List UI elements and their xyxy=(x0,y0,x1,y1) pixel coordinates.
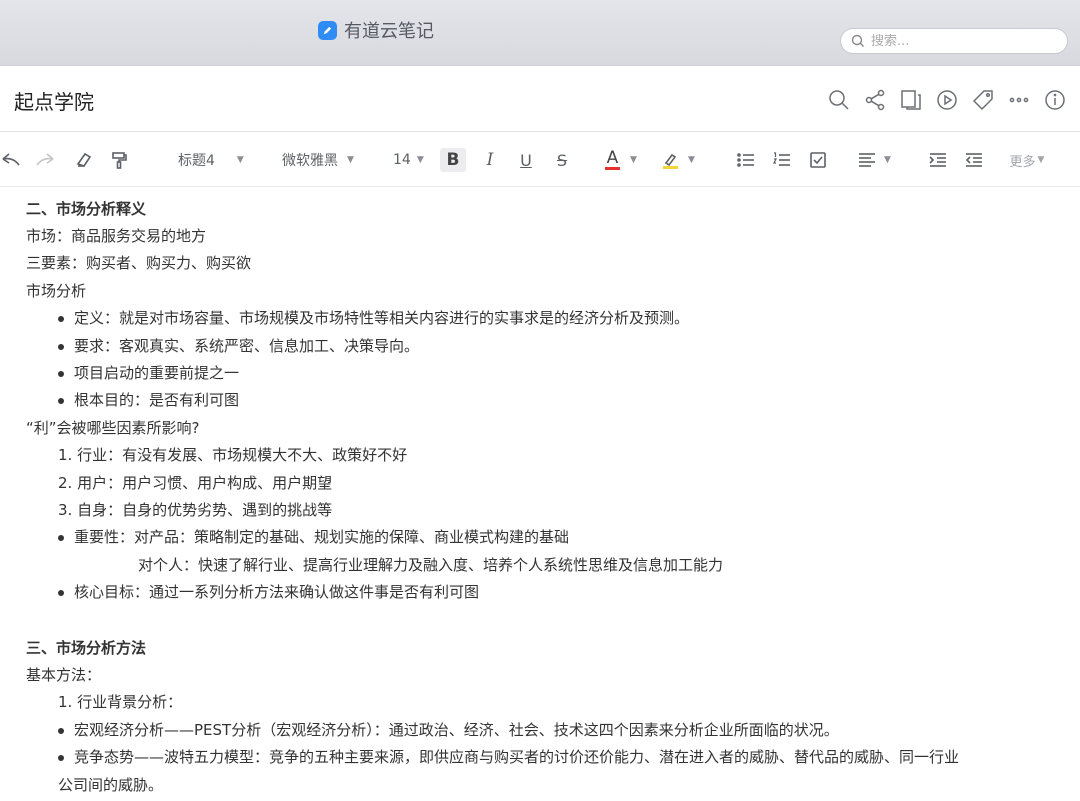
eraser-icon xyxy=(76,152,92,167)
indent-icon xyxy=(929,153,946,167)
chevron-down-icon: ▼ xyxy=(236,155,244,165)
copy-button[interactable] xyxy=(898,87,924,113)
tag-button[interactable] xyxy=(970,87,996,113)
bullet-item: 重要性：对产品：策略制定的基础、规划实施的保障、商业模式构建的基础 xyxy=(58,524,569,551)
redo-icon xyxy=(36,153,54,166)
numbered-item: 1. 行业背景分析： xyxy=(58,693,183,711)
note-header: 起点学院 xyxy=(0,66,1080,132)
italic-icon: I xyxy=(486,150,494,170)
align-button[interactable]: ▼ xyxy=(858,148,898,172)
outdent-button[interactable] xyxy=(962,148,986,172)
underline-button[interactable]: U xyxy=(514,148,538,172)
more-format-label: 更多 xyxy=(1009,154,1036,170)
font-family-select[interactable]: 微软雅黑 ▼ xyxy=(282,148,362,172)
italic-button[interactable]: I xyxy=(478,148,502,172)
note-editor[interactable]: 二、市场分析释义 市场：商品服务交易的地方 三要素：购买者、购买力、购买欲 市场… xyxy=(0,188,1080,801)
heading-style-select[interactable]: 标题4 ▼ xyxy=(178,148,250,172)
chevron-down-icon: ▼ xyxy=(884,155,891,165)
share-icon xyxy=(865,89,885,111)
window-titlebar: 有道云笔记 xyxy=(0,0,1080,66)
format-toolbar: 标题4 ▼ 微软雅黑 ▼ 14 ▼ B I U S A ▼ ▼ ▼ 更多 ▼ xyxy=(0,133,1080,187)
checkbox-icon xyxy=(810,152,826,168)
chevron-down-icon: ▼ xyxy=(688,155,695,165)
heading-style-value: 标题4 xyxy=(178,153,215,169)
format-painter-icon xyxy=(112,152,127,169)
share-button[interactable] xyxy=(862,87,888,113)
info-button[interactable] xyxy=(1042,87,1068,113)
present-icon xyxy=(937,90,957,110)
bullet-continuation: 对个人：快速了解行业、提高行业理解力及融入度、培养个人系统性思维及信息加工能力 xyxy=(138,556,724,574)
bullet-item: 项目启动的重要前提之一 xyxy=(58,360,239,387)
present-button[interactable] xyxy=(934,87,960,113)
chevron-down-icon: ▼ xyxy=(416,155,424,165)
numbered-list-button[interactable] xyxy=(770,148,794,172)
bullet-item: 根本目的：是否有利可图 xyxy=(58,387,239,414)
underline-icon: U xyxy=(520,150,532,170)
bullet-list-button[interactable] xyxy=(734,148,758,172)
more-icon xyxy=(1009,97,1029,103)
section-heading: 二、市场分析释义 xyxy=(26,200,147,218)
strikethrough-icon: S xyxy=(556,150,568,170)
global-search-input[interactable] xyxy=(871,33,1051,49)
text-color-button[interactable]: A ▼ xyxy=(605,148,645,172)
undo-button[interactable] xyxy=(0,148,22,172)
chevron-down-icon: ▼ xyxy=(630,155,637,165)
paragraph: “利”会被哪些因素所影响? xyxy=(26,419,200,437)
global-search-box[interactable] xyxy=(840,28,1068,54)
bullet-item: 宏观经济分析——PEST分析（宏观经济分析）：通过政治、经济、社会、技术这四个因… xyxy=(58,717,839,744)
more-button[interactable] xyxy=(1006,87,1032,113)
app-title: 有道云笔记 xyxy=(318,18,434,42)
checklist-button[interactable] xyxy=(806,148,830,172)
paragraph: 基本方法： xyxy=(26,666,102,684)
numbered-item: 3. 自身：自身的优势劣势、遇到的挑战等 xyxy=(58,501,333,519)
font-family-value: 微软雅黑 xyxy=(282,153,338,169)
search-in-note-button[interactable] xyxy=(826,87,852,113)
bullet-item: 核心目标：通过一系列分析方法来确认做这件事是否有利可图 xyxy=(58,579,479,606)
search-icon xyxy=(851,34,864,47)
chevron-down-icon: ▼ xyxy=(347,155,354,165)
highlight-button[interactable]: ▼ xyxy=(662,148,704,172)
note-logo-icon xyxy=(318,20,337,40)
copy-icon xyxy=(901,90,921,110)
numbered-item: 1. 行业：有没有发展、市场规模大不大、政策好不好 xyxy=(58,446,408,464)
note-actions xyxy=(826,86,1068,114)
numbered-item: 2. 用户：用户习惯、用户构成、用户期望 xyxy=(58,474,333,492)
bold-button[interactable]: B xyxy=(440,148,466,172)
highlight-icon xyxy=(662,152,678,169)
more-format-button[interactable]: 更多 ▼ xyxy=(1005,148,1049,172)
tag-icon xyxy=(972,90,993,111)
paragraph: 三要素：购买者、购买力、购买欲 xyxy=(26,254,252,272)
note-title[interactable]: 起点学院 xyxy=(14,86,94,115)
bullet-continuation: 公司间的威胁。 xyxy=(58,776,164,794)
bullet-item: 竞争态势——波特五力模型：竞争的五种主要来源，即供应商与购买者的讨价还价能力、潜… xyxy=(58,744,959,771)
indent-button[interactable] xyxy=(926,148,950,172)
app-title-text: 有道云笔记 xyxy=(344,21,434,42)
font-size-value: 14 xyxy=(393,152,411,168)
info-icon xyxy=(1045,90,1065,110)
align-left-icon xyxy=(859,153,875,167)
paragraph: 市场分析 xyxy=(26,282,87,300)
numbered-list-icon xyxy=(773,152,790,166)
bold-icon: B xyxy=(446,150,460,170)
bullet-item: 定义：就是对市场容量、市场规模及市场特性等相关内容进行的实事求是的经济分析及预测… xyxy=(58,305,689,332)
search-icon xyxy=(829,90,849,110)
bullet-list-icon xyxy=(737,153,754,167)
clear-format-button[interactable] xyxy=(72,148,96,172)
paragraph: 市场：商品服务交易的地方 xyxy=(26,227,207,245)
text-color-icon: A xyxy=(605,148,620,170)
strikethrough-button[interactable]: S xyxy=(550,148,574,172)
chevron-down-icon: ▼ xyxy=(1037,155,1045,165)
redo-button[interactable] xyxy=(34,148,56,172)
undo-icon xyxy=(2,153,20,166)
format-painter-button[interactable] xyxy=(107,148,131,172)
outdent-icon xyxy=(965,153,982,167)
section-heading: 三、市场分析方法 xyxy=(26,639,147,657)
font-size-select[interactable]: 14 ▼ xyxy=(393,148,429,172)
bullet-item: 要求：客观真实、系统严密、信息加工、决策导向。 xyxy=(58,333,419,360)
